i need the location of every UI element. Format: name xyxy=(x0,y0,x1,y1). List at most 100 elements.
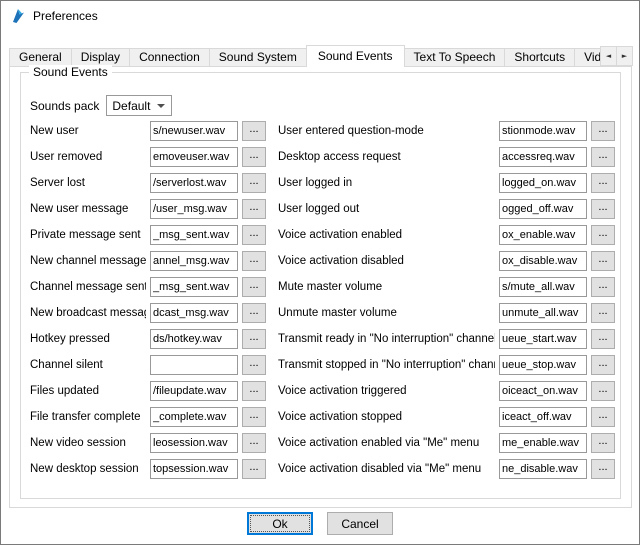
browse-button[interactable]: ... xyxy=(591,199,615,219)
browse-button[interactable]: ... xyxy=(242,147,266,167)
sound-file-input[interactable] xyxy=(499,355,587,375)
tab-scroll-right-button[interactable]: ► xyxy=(616,46,633,66)
sound-event-row: New broadcast message ... xyxy=(30,303,270,323)
sound-file-input[interactable] xyxy=(150,329,238,349)
browse-button[interactable]: ... xyxy=(591,355,615,375)
sound-file-input[interactable] xyxy=(499,433,587,453)
sound-file-input[interactable] xyxy=(150,251,238,271)
sound-event-label: User logged in xyxy=(278,177,495,189)
sound-event-label: New user message xyxy=(30,203,146,215)
sound-file-input[interactable] xyxy=(150,225,238,245)
sound-file-input[interactable] xyxy=(499,277,587,297)
sound-event-label: Server lost xyxy=(30,177,146,189)
sound-event-label: File transfer complete xyxy=(30,411,146,423)
ok-button[interactable]: Ok xyxy=(247,512,313,535)
sound-file-input[interactable] xyxy=(499,329,587,349)
tab-label: Display xyxy=(81,50,120,64)
sound-file-input[interactable] xyxy=(499,407,587,427)
sounds-pack-label: Sounds pack xyxy=(30,99,99,113)
sound-file-input[interactable] xyxy=(499,251,587,271)
browse-button[interactable]: ... xyxy=(591,329,615,349)
sound-file-input[interactable] xyxy=(499,173,587,193)
browse-button[interactable]: ... xyxy=(242,121,266,141)
browse-button[interactable]: ... xyxy=(591,459,615,479)
browse-button[interactable]: ... xyxy=(591,407,615,427)
sound-file-input[interactable] xyxy=(150,355,238,375)
browse-button[interactable]: ... xyxy=(242,459,266,479)
sound-event-row: New user ... xyxy=(30,121,270,141)
tab-connection[interactable]: Connection xyxy=(129,48,210,67)
sound-file-input[interactable] xyxy=(499,121,587,141)
sound-file-input[interactable] xyxy=(150,199,238,219)
sound-event-label: Unmute master volume xyxy=(278,307,495,319)
sound-event-label: Voice activation triggered xyxy=(278,385,495,397)
browse-button[interactable]: ... xyxy=(591,251,615,271)
browse-button[interactable]: ... xyxy=(242,433,266,453)
browse-button[interactable]: ... xyxy=(591,173,615,193)
tab-sound-system[interactable]: Sound System xyxy=(209,48,307,67)
sound-event-label: User removed xyxy=(30,151,146,163)
sound-event-row: Voice activation stopped ... xyxy=(278,407,616,427)
sound-file-input[interactable] xyxy=(499,303,587,323)
sound-file-input[interactable] xyxy=(499,199,587,219)
sound-file-input[interactable] xyxy=(150,173,238,193)
tab-shortcuts[interactable]: Shortcuts xyxy=(504,48,575,67)
browse-button[interactable]: ... xyxy=(242,303,266,323)
sound-file-input[interactable] xyxy=(150,277,238,297)
sound-file-input[interactable] xyxy=(150,303,238,323)
sound-event-row: Desktop access request ... xyxy=(278,147,616,167)
dialog-buttons: Ok Cancel xyxy=(1,512,639,535)
sounds-pack-row: Sounds pack Default xyxy=(30,95,172,116)
sound-file-input[interactable] xyxy=(499,459,587,479)
title-bar: Preferences xyxy=(1,1,639,31)
sound-file-input[interactable] xyxy=(499,381,587,401)
browse-button[interactable]: ... xyxy=(242,251,266,271)
chevron-down-icon xyxy=(157,104,165,108)
sound-event-row: Hotkey pressed ... xyxy=(30,329,270,349)
browse-button[interactable]: ... xyxy=(591,121,615,141)
sound-file-input[interactable] xyxy=(150,147,238,167)
browse-button[interactable]: ... xyxy=(242,407,266,427)
sound-event-row: Transmit stopped in "No interruption" ch… xyxy=(278,355,616,375)
browse-button[interactable]: ... xyxy=(242,329,266,349)
cancel-button[interactable]: Cancel xyxy=(327,512,393,535)
tab-label: Sound System xyxy=(219,50,297,64)
sound-event-label: User entered question-mode xyxy=(278,125,495,137)
sound-file-input[interactable] xyxy=(150,121,238,141)
sound-event-row: Voice activation disabled ... xyxy=(278,251,616,271)
tab-label: Sound Events xyxy=(318,49,393,63)
browse-button[interactable]: ... xyxy=(591,303,615,323)
browse-button[interactable]: ... xyxy=(242,199,266,219)
browse-button[interactable]: ... xyxy=(242,173,266,193)
sound-event-label: Voice activation enabled xyxy=(278,229,495,241)
sounds-pack-select[interactable]: Default xyxy=(106,95,172,116)
browse-button[interactable]: ... xyxy=(591,381,615,401)
window-title: Preferences xyxy=(33,9,98,23)
tab-sound-events[interactable]: Sound Events xyxy=(306,45,405,67)
sound-file-input[interactable] xyxy=(150,381,238,401)
sound-event-row: Channel silent ... xyxy=(30,355,270,375)
tab-text-to-speech[interactable]: Text To Speech xyxy=(404,48,506,67)
sound-file-input[interactable] xyxy=(150,433,238,453)
browse-button[interactable]: ... xyxy=(591,147,615,167)
sound-file-input[interactable] xyxy=(150,459,238,479)
sound-event-row: New channel message ... xyxy=(30,251,270,271)
browse-button[interactable]: ... xyxy=(591,225,615,245)
sound-event-label: Channel silent xyxy=(30,359,146,371)
sound-event-label: Desktop access request xyxy=(278,151,495,163)
tab-scroll-left-button[interactable]: ◄ xyxy=(600,46,617,66)
browse-button[interactable]: ... xyxy=(591,277,615,297)
sound-event-label: Hotkey pressed xyxy=(30,333,146,345)
browse-button[interactable]: ... xyxy=(242,381,266,401)
sound-event-row: Private message sent ... xyxy=(30,225,270,245)
sound-file-input[interactable] xyxy=(499,147,587,167)
sound-file-input[interactable] xyxy=(150,407,238,427)
browse-button[interactable]: ... xyxy=(242,225,266,245)
browse-button[interactable]: ... xyxy=(591,433,615,453)
browse-button[interactable]: ... xyxy=(242,355,266,375)
left-column: New user ... User removed ... Server los… xyxy=(30,121,270,485)
sound-event-label: Channel message sent xyxy=(30,281,146,293)
sound-file-input[interactable] xyxy=(499,225,587,245)
browse-button[interactable]: ... xyxy=(242,277,266,297)
sound-event-label: Voice activation disabled via "Me" menu xyxy=(278,463,495,475)
